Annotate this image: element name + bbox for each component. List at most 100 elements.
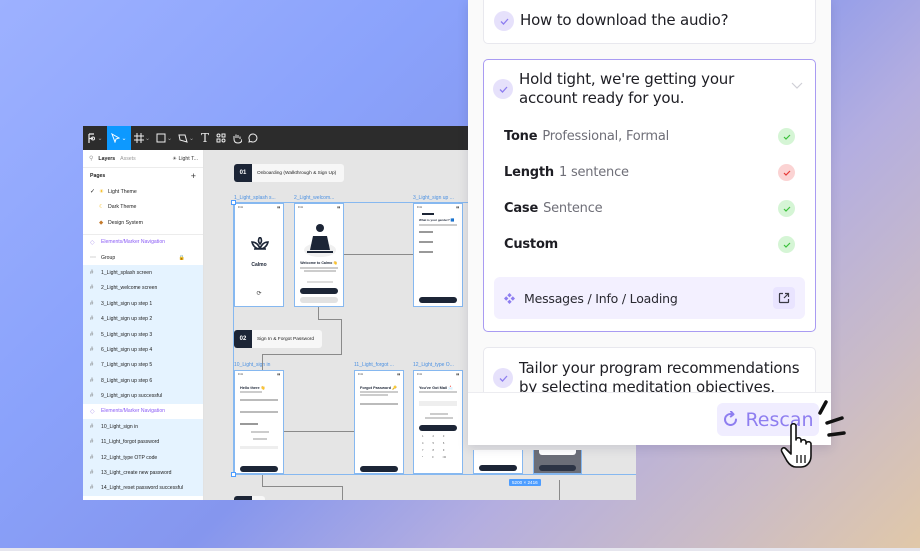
layer-item[interactable]: #12_Light_type OTP code xyxy=(83,449,203,466)
component-instance-icon: ◇ xyxy=(90,408,95,415)
move-tool-button[interactable]: ⌄ xyxy=(107,126,131,150)
layer-item[interactable]: ◇ Elements/Marker Navigation xyxy=(83,235,203,250)
shape-tool-icon xyxy=(156,133,166,143)
comment-tool-icon xyxy=(248,133,258,143)
app-name: Calmo xyxy=(251,262,267,268)
component-instance-icon: ◇ xyxy=(90,239,95,246)
layer-item[interactable]: ◇ Elements/Marker Navigation xyxy=(83,404,203,419)
resources-button[interactable] xyxy=(213,126,229,150)
layer-item[interactable]: #10_Light_sign in xyxy=(83,419,203,435)
frame-sign-in[interactable]: 9:41 ▮▮ Hello there 👋 xyxy=(234,370,284,474)
pass-check-icon xyxy=(778,128,795,145)
layer-label: 10_Light_sign in xyxy=(101,423,139,430)
layer-item[interactable]: #8_Light_sign up step 6 xyxy=(83,373,203,389)
shape-tool-button[interactable]: ⌄ xyxy=(153,126,175,150)
frame-label[interactable]: 10_Light_sign in xyxy=(234,362,270,368)
layer-label: 3_Light_sign up step 1 xyxy=(101,300,153,307)
layer-item[interactable]: #14_Light_reset password successful xyxy=(83,480,203,497)
frame-label[interactable]: 1_Light_splash s... xyxy=(234,195,276,201)
layer-item[interactable]: #6_Light_sign up step 4 xyxy=(83,342,203,358)
layer-item[interactable]: #9_Light_sign up successful xyxy=(83,388,203,404)
refresh-icon xyxy=(724,411,738,426)
frame-splash-screen[interactable]: 9:41 ▮▮ Calmo ⟳ xyxy=(234,203,284,307)
rule-value: Professional, Formal xyxy=(542,129,670,144)
layer-item[interactable]: ⋯ Group 🔒 xyxy=(83,250,203,265)
frame-icon: # xyxy=(90,454,94,461)
add-page-button[interactable]: + xyxy=(191,171,196,181)
resources-icon xyxy=(216,133,226,143)
chevron-down-icon[interactable] xyxy=(791,82,803,89)
figma-menu-button[interactable]: ⌄ xyxy=(83,126,107,150)
selection-handle[interactable] xyxy=(231,200,236,205)
prototype-connector xyxy=(318,319,341,320)
layer-label: 11_Light_forgot password xyxy=(101,439,160,446)
section-label-next[interactable] xyxy=(234,496,265,500)
open-external-button[interactable] xyxy=(773,287,795,309)
hand-tool-button[interactable] xyxy=(229,126,245,150)
tab-layers[interactable]: Layers xyxy=(98,156,115,162)
moon-icon: ☾ xyxy=(99,204,104,211)
rule-row-tone: Tone Professional, Formal xyxy=(504,128,795,145)
layer-item[interactable]: #7_Light_sign up step 5 xyxy=(83,357,203,374)
page-item-design-system[interactable]: ◆ Design System xyxy=(83,215,203,231)
layer-item[interactable]: #13_Light_create new password xyxy=(83,465,203,481)
frame-forgot-password[interactable]: 9:41 ▮▮ Forgot Password 🔑 xyxy=(354,370,404,474)
section-label-onboarding[interactable]: 01 Onboarding (Walkthrough & Sign Up) xyxy=(234,164,345,182)
frame-reset-successful[interactable] xyxy=(533,450,582,474)
selection-handle[interactable] xyxy=(231,472,236,477)
frame-icon: # xyxy=(90,470,94,477)
layer-item[interactable]: #1_Light_splash screen xyxy=(83,265,203,281)
section-label-sign-in[interactable]: 02 Sign In & Forgot Password xyxy=(234,330,323,348)
hand-tool-icon xyxy=(233,134,242,144)
section-number: 02 xyxy=(234,330,252,348)
page-item-dark-theme[interactable]: ☾ Dark Theme xyxy=(83,200,203,216)
result-card[interactable]: Tailor your program recommendations by s… xyxy=(483,347,816,392)
layer-label: 9_Light_sign up successful xyxy=(101,393,163,400)
tab-assets[interactable]: Assets xyxy=(120,156,136,162)
frame-create-new-password[interactable] xyxy=(473,450,523,474)
frame-icon: # xyxy=(90,393,94,400)
frame-type-otp[interactable]: 9:41 ▮▮ You've Got Mail 📩 123 456 789 *0⌫ xyxy=(413,370,463,474)
frame-welcome-screen[interactable]: 9:41 ▮▮ Welcome to Calmo 👋 xyxy=(294,203,344,307)
frame-tool-button[interactable]: ⌄ xyxy=(131,126,153,150)
layer-item[interactable]: #11_Light_forgot password xyxy=(83,434,203,450)
rule-name: Tone xyxy=(504,129,538,144)
layer-item[interactable]: #5_Light_sign up step 3 xyxy=(83,326,203,343)
prototype-connector xyxy=(284,431,354,432)
text-tool-button[interactable]: T xyxy=(197,126,213,150)
result-card-expanded[interactable]: Hold tight, we're getting your account r… xyxy=(483,59,816,332)
layer-label: Elements/Marker Navigation xyxy=(101,408,165,415)
page-item-light-theme[interactable]: ✓ ☀ Light Theme xyxy=(83,184,203,200)
layer-item[interactable]: #2_Light_welcome screen xyxy=(83,280,203,297)
figma-menu-icon xyxy=(88,132,96,143)
layer-label: 12_Light_type OTP code xyxy=(101,454,158,461)
layer-list: ◇ Elements/Marker Navigation ⋯ Group 🔒 #1_Lig… xyxy=(83,235,203,497)
frame-label[interactable]: 11_Light_forgot ... xyxy=(354,362,394,368)
page-selector[interactable]: ☀ Light T... xyxy=(172,156,198,162)
prototype-connector xyxy=(262,354,263,370)
layer-item[interactable]: #3_Light_sign up step 1 xyxy=(83,296,203,312)
comment-tool-button[interactable] xyxy=(245,126,261,150)
frame-icon: # xyxy=(90,439,94,446)
result-text: Tailor your program recommendations by s… xyxy=(519,359,800,392)
search-icon[interactable]: ⚲ xyxy=(89,155,93,162)
frame-icon: # xyxy=(90,269,94,276)
frame-icon: # xyxy=(90,316,94,323)
frame-label[interactable]: 12_Light_type O... xyxy=(413,362,454,368)
result-card[interactable]: How to download the audio? xyxy=(483,0,816,44)
pen-tool-button[interactable]: ⌄ xyxy=(175,126,197,150)
layer-label: 14_Light_reset password successful xyxy=(101,485,184,492)
loading-spinner-icon: ⟳ xyxy=(256,291,262,297)
forgot-password-title: Forgot Password 🔑 xyxy=(360,386,397,390)
lock-icon[interactable]: 🔒 xyxy=(179,255,185,261)
lotus-logo-icon xyxy=(251,237,269,250)
component-link[interactable]: Messages / Info / Loading xyxy=(494,277,805,319)
frame-label[interactable]: 2_Light_welcom... xyxy=(294,195,334,201)
rule-row-case: Case Sentence xyxy=(504,200,795,217)
layer-item[interactable]: #4_Light_sign up step 2 xyxy=(83,311,203,327)
welcome-title: Welcome to Calmo 👋 xyxy=(300,261,338,265)
frame-label[interactable]: 3_Light_sign up ... xyxy=(413,195,454,201)
frame-sign-up-step-1[interactable]: 9:41 ▮▮ What is your gender? 🟦 xyxy=(413,203,463,307)
results-list: How to download the audio? Hold tight, w… xyxy=(468,0,831,392)
layers-sidebar: ⚲ Layers Assets ☀ Light T... Pages + ✓ ☀… xyxy=(83,150,204,500)
